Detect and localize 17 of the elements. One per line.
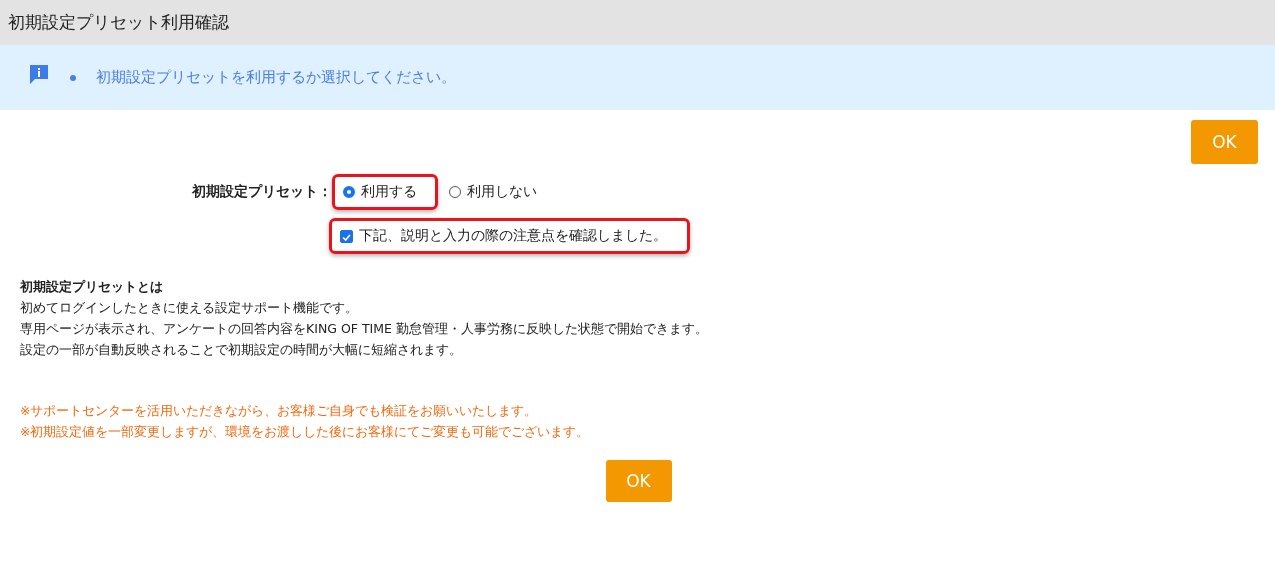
note-text: ※初期設定値を一部変更しますが、環境をお渡しした後にお客様にてご変更も可能でございます。 [20, 423, 591, 441]
radio-label[interactable]: 利用する [361, 183, 417, 201]
description-text: 専用ページが表示され、アンケートの回答内容をKING OF TIME 勤怠管理・人事労務に反映した状態で開始できます。 [20, 320, 709, 338]
bullet-icon [70, 74, 76, 81]
radio-button[interactable] [343, 186, 355, 198]
info-icon [28, 63, 50, 85]
preset-label: 初期設定プリセット： [191, 183, 332, 201]
info-message: 初期設定プリセットを利用するか選択してください。 [96, 68, 456, 87]
note-text: ※サポートセンターを活用いただきながら、お客様ご自身でも検証をお願いいたします。 [20, 402, 539, 420]
description-text: 初めてログインしたときに使える設定サポート機能です。 [20, 299, 359, 317]
window-title: 初期設定プリセット利用確認 [8, 11, 229, 34]
radio-label[interactable]: 利用しない [467, 183, 537, 201]
description-heading: 初期設定プリセットとは [20, 278, 164, 296]
radio-button[interactable] [449, 186, 461, 198]
checkbox-label[interactable]: 下記、説明と入力の際の注意点を確認しました。 [359, 227, 667, 245]
checkbox[interactable] [340, 229, 353, 243]
description-text: 設定の一部が自動反映されることで初期設定の時間が大幅に短縮されます。 [20, 341, 463, 359]
